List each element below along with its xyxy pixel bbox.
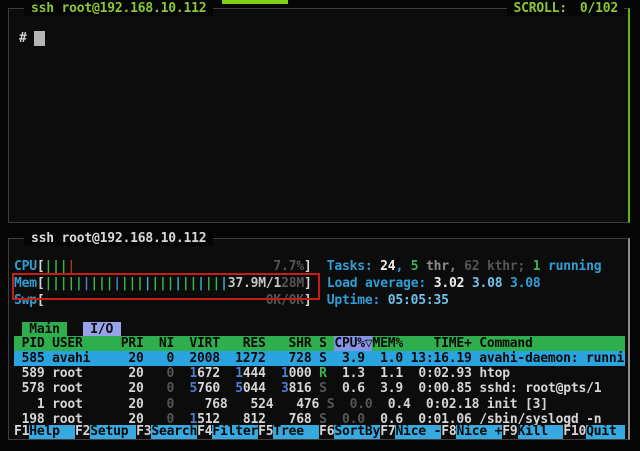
fkey-label-quit[interactable]: Quit xyxy=(586,425,625,439)
pane-title-htop: ssh root@192.168.10.112 xyxy=(24,231,213,246)
scroll-indicator: SCROLL: 0/102 xyxy=(507,1,624,16)
fkey-f7[interactable]: F7 xyxy=(380,425,395,439)
fkey-label-nice-[interactable]: Nice - xyxy=(395,425,441,439)
fkey-label-kill[interactable]: Kill xyxy=(518,425,564,439)
fkey-f10[interactable]: F10 xyxy=(563,425,586,439)
table-row[interactable]: 578 root 20 0 5760 5044 3816 S 0.6 3.9 0… xyxy=(14,381,625,396)
scroll-gap xyxy=(567,1,580,16)
tmux-pane-htop[interactable]: ssh root@192.168.10.112 CPU[|||| 7.7%] T… xyxy=(8,238,630,440)
mem-meter: Mem[||||||||||||||||||||||||37.9M/128M] … xyxy=(14,276,625,291)
fkey-bar[interactable]: F1Help F2Setup F3SearchF4FilterF5Tree F6… xyxy=(14,425,625,439)
fkey-label-help[interactable]: Help xyxy=(29,425,75,439)
cpu-meter: CPU[|||| 7.7%] Tasks: 24, 5 thr, 62 kthr… xyxy=(14,259,625,274)
fkey-label-sortby[interactable]: SortBy xyxy=(334,425,380,439)
table-row[interactable]: 1 root 20 0 768 524 476 S 0.0 0.4 0:02.1… xyxy=(14,397,625,412)
table-row[interactable]: 585 avahi 20 0 2008 1272 728 S 3.9 1.0 1… xyxy=(14,351,625,366)
fkey-label-nice-[interactable]: Nice + xyxy=(456,425,502,439)
fkey-label-filter[interactable]: Filter xyxy=(212,425,258,439)
shell-prompt[interactable]: # xyxy=(19,30,45,47)
table-header[interactable]: PID USER PRI NI VIRT RES SHR S CPU%▽MEM%… xyxy=(14,336,625,351)
fkey-f1[interactable]: F1 xyxy=(14,425,29,439)
fkey-f3[interactable]: F3 xyxy=(136,425,151,439)
fkey-f6[interactable]: F6 xyxy=(319,425,334,439)
fkey-f5[interactable]: F5 xyxy=(258,425,273,439)
scroll-label: SCROLL: xyxy=(513,1,566,16)
tmux-pane-shell[interactable]: ssh root@192.168.10.112 SCROLL: 0/102 # xyxy=(8,8,630,223)
pane-title-shell: ssh root@192.168.10.112 xyxy=(24,1,213,16)
prompt-char: # xyxy=(19,31,27,46)
terminal-cursor xyxy=(34,31,45,46)
scroll-value: 0/102 xyxy=(580,1,618,16)
swap-meter: Swp[ 0K/0K] Uptime: 05:05:35 xyxy=(14,293,625,308)
fkey-f8[interactable]: F8 xyxy=(441,425,456,439)
fkey-f4[interactable]: F4 xyxy=(197,425,212,439)
htop-tabs[interactable]: Main I/O xyxy=(14,322,625,337)
table-row[interactable]: 589 root 20 0 1672 1444 1000 R 1.3 1.1 0… xyxy=(14,366,625,381)
fkey-label-tree[interactable]: Tree xyxy=(273,425,319,439)
fkey-f2[interactable]: F2 xyxy=(75,425,90,439)
fkey-f9[interactable]: F9 xyxy=(502,425,517,439)
fkey-label-setup[interactable]: Setup xyxy=(90,425,136,439)
fkey-label-search[interactable]: Search xyxy=(151,425,197,439)
recording-artifact-bar xyxy=(222,0,288,4)
